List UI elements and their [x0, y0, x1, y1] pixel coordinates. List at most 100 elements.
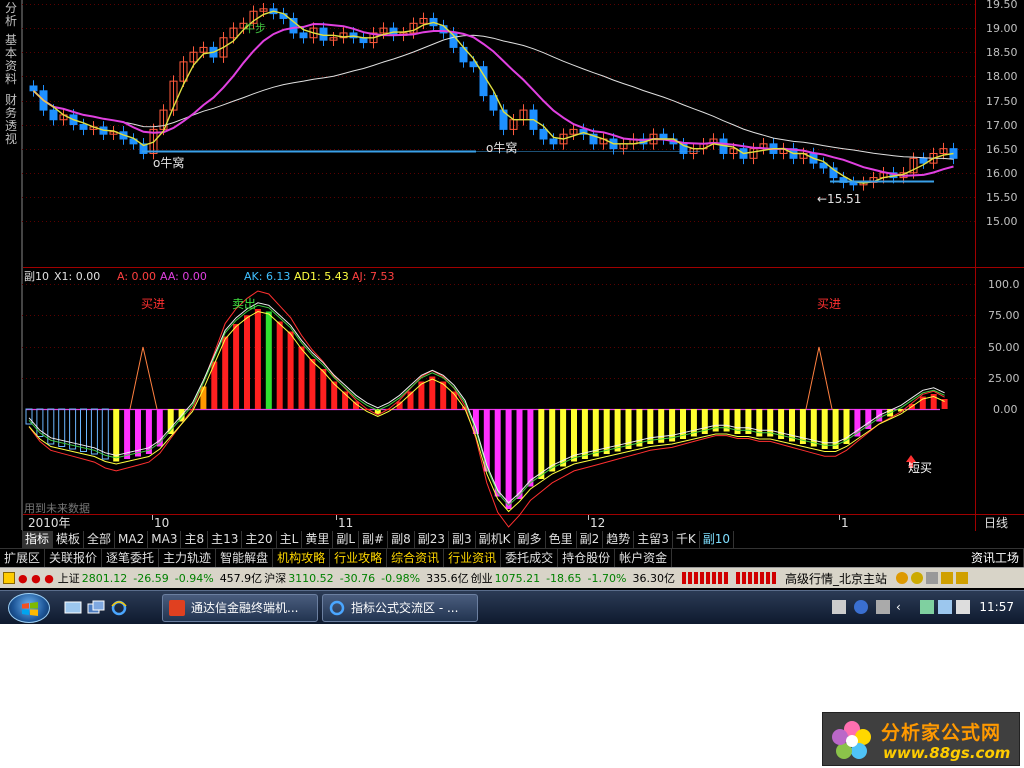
candle-body: [549, 138, 558, 145]
formula-tab[interactable]: 主留3: [634, 531, 673, 548]
formula-tab[interactable]: 副L: [333, 531, 360, 548]
sz-index: 3110.52: [288, 571, 334, 585]
indicator-x1: X1: 0.00: [54, 270, 100, 283]
formula-tab[interactable]: 副2: [577, 531, 604, 548]
formula-tab[interactable]: 副#: [359, 531, 389, 548]
histogram-bar: [276, 321, 283, 409]
task-label: 通达信金融终端机...: [191, 601, 299, 615]
switch-windows-icon[interactable]: [87, 600, 105, 616]
formula-tab[interactable]: 副多: [515, 531, 546, 548]
status-icon[interactable]: [3, 572, 15, 584]
settings-icon[interactable]: [895, 572, 908, 584]
histogram-bar: [658, 409, 665, 443]
func-tick-orders[interactable]: 逐笔委托: [102, 549, 160, 567]
histogram-bar: [124, 409, 131, 459]
arrow-up-icon[interactable]: [940, 572, 953, 584]
cy-change: -18.65: [546, 571, 582, 585]
keyboard-icon[interactable]: [832, 600, 846, 614]
chevron-left-icon[interactable]: ‹: [896, 600, 910, 614]
indicator-tick: 25.00: [988, 372, 1020, 385]
price-tick: 19.00: [986, 22, 1018, 35]
cy-label: 创业: [470, 572, 493, 585]
formula-tab[interactable]: 指标: [22, 531, 54, 548]
formula-tab[interactable]: 副8: [388, 531, 415, 548]
formula-tab[interactable]: 千K: [673, 531, 700, 548]
indicator-axis: 100.0 75.00 50.00 25.00 0.00: [988, 278, 1020, 416]
formula-tab[interactable]: 黄里: [302, 531, 334, 548]
task-tdx-terminal[interactable]: 通达信金融终端机...: [162, 594, 318, 622]
sh-volume: 457.9亿: [219, 572, 263, 585]
help-icon[interactable]: [854, 600, 868, 614]
screen: 分析 基本资料 财务透视 19.50 19.00 18.50 18.00 17.…: [0, 0, 1024, 768]
indicator-ak: AK: 6.13: [244, 270, 290, 283]
niuwo-label-2: o牛窝: [486, 140, 517, 155]
formula-tab[interactable]: MA3: [148, 531, 182, 548]
money-icon[interactable]: [910, 572, 923, 584]
windows-logo-icon: [22, 602, 38, 616]
ie-icon[interactable]: [110, 600, 128, 616]
histogram-bar: [113, 409, 120, 462]
signal-icon[interactable]: [925, 572, 938, 584]
func-main-force[interactable]: 主力轨迹: [159, 549, 217, 567]
func-related-quotes[interactable]: 关联报价: [45, 549, 103, 567]
func-industry-news[interactable]: 行业资讯: [444, 549, 502, 567]
func-info-workshop[interactable]: 资讯工场: [967, 549, 1024, 567]
buy-spike-2: [805, 346, 833, 410]
formula-tab[interactable]: 主20: [242, 531, 277, 548]
price-tick: 16.00: [986, 167, 1018, 180]
market-breadth-icon: [681, 572, 730, 584]
formula-tab[interactable]: MA2: [115, 531, 149, 548]
year-label: 2010年: [28, 516, 71, 530]
formula-tab[interactable]: 模板: [53, 531, 85, 548]
candle-body: [49, 109, 58, 121]
histogram-bar: [538, 409, 545, 479]
task-formula-forum[interactable]: 指标公式交流区 - ...: [322, 594, 478, 622]
histogram-bar: [865, 409, 872, 429]
tray-icons[interactable]: [895, 572, 968, 584]
input-method-icon[interactable]: [876, 600, 890, 614]
arrow-down-icon[interactable]: [955, 572, 968, 584]
month-label: 12: [590, 516, 605, 530]
niubu-label: 牛步: [244, 21, 266, 35]
histogram-bar: [581, 409, 588, 459]
formula-tab[interactable]: 趋势: [603, 531, 635, 548]
indicator-header: 副10 X1: 0.00 A: 0.00 AA: 0.00 AK: 6.13 A…: [24, 270, 394, 283]
formula-tab[interactable]: 色里: [546, 531, 577, 548]
price-tick: 19.50: [986, 0, 1018, 11]
func-institution-strategy[interactable]: 机构攻略: [273, 549, 331, 567]
formula-tab[interactable]: 副3: [449, 531, 476, 548]
windows-taskbar: 通达信金融终端机... 指标公式交流区 - ... ‹ 11:57: [0, 590, 1024, 624]
server-status[interactable]: 高级行情_北京主站: [784, 570, 888, 587]
formula-tab[interactable]: 主L: [277, 531, 303, 548]
formula-tab[interactable]: 主13: [208, 531, 243, 548]
formula-tab[interactable]: 副10: [700, 531, 735, 548]
formula-tab[interactable]: 主8: [181, 531, 209, 548]
volume-icon[interactable]: [956, 600, 970, 614]
func-general-news[interactable]: 综合资讯: [387, 549, 445, 567]
func-orders-filled[interactable]: 委托成交: [501, 549, 559, 567]
price-tick: 16.50: [986, 143, 1018, 156]
candle-body: [489, 95, 498, 111]
start-button[interactable]: [8, 593, 50, 623]
clock[interactable]: 11:57: [979, 600, 1014, 614]
func-industry-strategy[interactable]: 行业攻略: [330, 549, 388, 567]
period-label[interactable]: 日线: [984, 516, 1008, 530]
func-expand-area[interactable]: 扩展区: [0, 549, 46, 567]
histogram-bar: [320, 369, 327, 409]
flower-logo-icon: [832, 721, 871, 759]
network-icon[interactable]: [920, 600, 934, 614]
formula-tab[interactable]: 副23: [415, 531, 450, 548]
sh-index: 2801.12: [81, 571, 128, 585]
func-holdings[interactable]: 持仓股份: [558, 549, 616, 567]
sz-volume: 335.6亿: [426, 572, 469, 585]
formula-tab[interactable]: 副机K: [476, 531, 515, 548]
show-desktop-icon[interactable]: [64, 600, 82, 616]
monitor-icon[interactable]: [938, 600, 952, 614]
cy-pct: -1.70%: [587, 571, 627, 585]
indicator-name: 副10: [24, 270, 49, 283]
indicator-ad1: AD1: 5.43: [294, 270, 349, 283]
func-smart-analysis[interactable]: 智能解盘: [216, 549, 274, 567]
sz-pct: -0.98%: [381, 571, 421, 585]
formula-tab[interactable]: 全部: [84, 531, 116, 548]
func-account-funds[interactable]: 帐户资金: [615, 549, 673, 567]
